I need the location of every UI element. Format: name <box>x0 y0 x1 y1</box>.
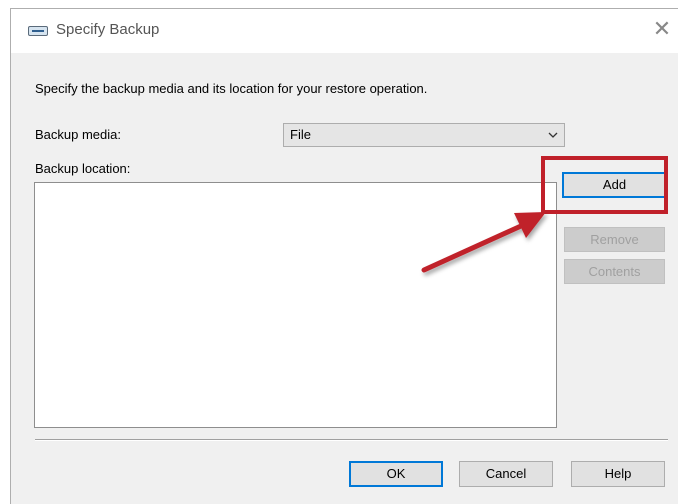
screen-margin <box>0 8 10 504</box>
backup-media-select[interactable]: File <box>283 123 565 147</box>
chevron-down-icon <box>548 132 558 138</box>
dialog-description: Specify the backup media and its locatio… <box>35 81 428 96</box>
footer-separator <box>35 439 668 441</box>
help-button[interactable]: Help <box>571 461 665 487</box>
backup-device-icon <box>28 26 48 36</box>
specify-backup-dialog: Specify Backup ✕ Specify the backup medi… <box>10 8 678 504</box>
backup-location-label: Backup location: <box>35 161 131 176</box>
dialog-title: Specify Backup <box>56 21 160 38</box>
close-button[interactable]: ✕ <box>650 17 674 43</box>
ok-button[interactable]: OK <box>349 461 443 487</box>
cancel-button[interactable]: Cancel <box>459 461 553 487</box>
remove-button[interactable]: Remove <box>564 227 665 252</box>
add-button-highlight <box>541 156 668 214</box>
backup-media-value: File <box>290 127 311 142</box>
title-bar: Specify Backup ✕ <box>11 9 678 53</box>
contents-button[interactable]: Contents <box>564 259 665 284</box>
backup-location-list[interactable] <box>34 182 557 428</box>
backup-media-label: Backup media: <box>35 127 121 142</box>
